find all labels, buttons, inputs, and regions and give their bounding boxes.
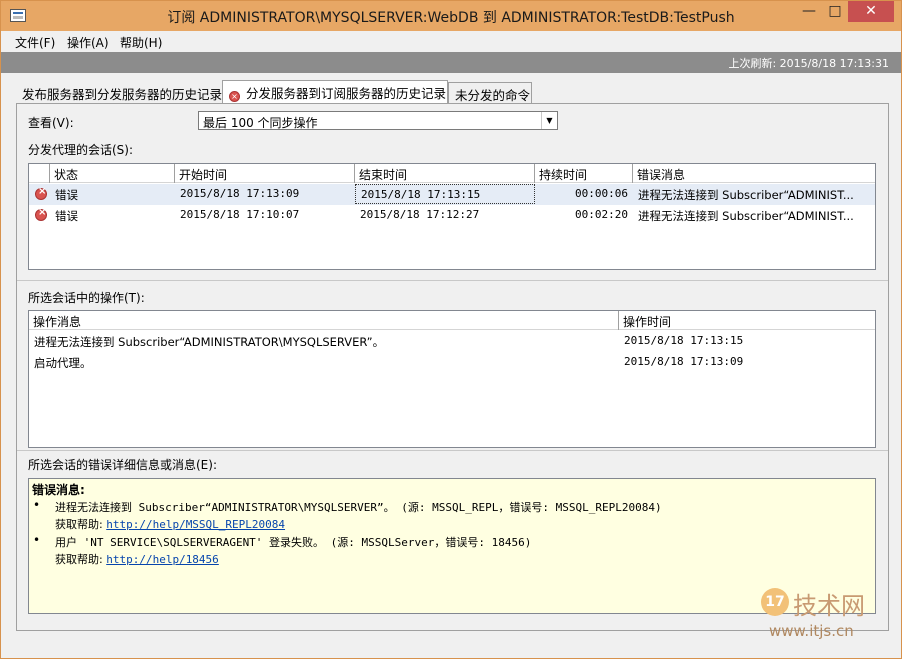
- end-time-cell: 2015/8/18 17:13:15: [355, 184, 535, 204]
- menu-help[interactable]: 帮助(H): [120, 34, 162, 51]
- view-select-value: 最后 100 个同步操作: [203, 116, 318, 130]
- error-message-cell: 进程无法连接到 Subscriber“ADMINIST...: [638, 209, 854, 223]
- tab-label: 分发服务器到订阅服务器的历史记录: [246, 86, 447, 101]
- status-cell: 错误: [55, 209, 78, 223]
- duration-cell: 00:00:06: [575, 187, 628, 200]
- window-title: 订阅 ADMINISTRATOR\MYSQLSERVER:WebDB 到 ADM…: [167, 10, 735, 26]
- bullet: •: [33, 498, 41, 512]
- actions-header: 操作消息 操作时间: [29, 311, 875, 330]
- tab-label: 发布服务器到分发服务器的历史记录: [22, 87, 223, 102]
- duration-cell: 00:02:20: [575, 208, 628, 221]
- splitter[interactable]: [17, 280, 888, 281]
- column-duration[interactable]: 持续时间: [535, 164, 633, 183]
- watermark-url: www.itjs.cn: [769, 622, 854, 640]
- status-cell: 错误: [55, 188, 78, 202]
- menu-file[interactable]: 文件(F): [15, 34, 55, 51]
- tab-publisher-history[interactable]: 发布服务器到分发服务器的历史记录: [16, 82, 222, 104]
- error-detail-text: 用户 'NT SERVICE\SQLSERVERAGENT' 登录失败。 (源:…: [55, 536, 532, 549]
- help-link[interactable]: http://help/18456: [106, 553, 219, 566]
- error-icon: ×: [229, 91, 240, 102]
- error-icon: [35, 207, 47, 221]
- tab-subscriber-history[interactable]: × 分发服务器到订阅服务器的历史记录: [222, 80, 448, 105]
- table-row[interactable]: 错误 2015/8/18 17:13:09 2015/8/18 17:13:15…: [29, 184, 875, 205]
- start-time-cell: 2015/8/18 17:10:07: [180, 208, 300, 221]
- sessions-header: 状态 开始时间 结束时间 持续时间 错误消息: [29, 164, 875, 183]
- end-time-cell: 2015/8/18 17:12:27: [360, 208, 480, 221]
- error-details-box[interactable]: 错误消息: • 进程无法连接到 Subscriber“ADMINISTRATOR…: [28, 478, 876, 614]
- help-line: 获取帮助: http://help/MSSQL_REPL20084: [55, 516, 285, 532]
- action-time-cell: 2015/8/18 17:13:15: [624, 334, 744, 347]
- help-link[interactable]: http://help/MSSQL_REPL20084: [106, 518, 285, 531]
- tab-undistributed-commands[interactable]: 未分发的命令: [448, 82, 532, 104]
- column-error-message[interactable]: 错误消息: [633, 164, 875, 183]
- sessions-label: 分发代理的会话(S):: [28, 143, 134, 157]
- table-row[interactable]: 启动代理。 2015/8/18 17:13:09: [29, 352, 875, 373]
- column-start-time[interactable]: 开始时间: [175, 164, 355, 183]
- main-window: 订阅 ADMINISTRATOR\MYSQLSERVER:WebDB 到 ADM…: [0, 0, 902, 659]
- splitter[interactable]: [17, 450, 888, 451]
- details-label: 所选会话的错误详细信息或消息(E):: [28, 458, 217, 472]
- maximize-button[interactable]: □: [822, 1, 848, 22]
- action-time-cell: 2015/8/18 17:13:09: [624, 355, 744, 368]
- table-row[interactable]: 进程无法连接到 Subscriber“ADMINISTRATOR\MYSQLSE…: [29, 331, 875, 352]
- minimize-button[interactable]: —: [796, 1, 822, 22]
- help-line: 获取帮助: http://help/18456: [55, 551, 219, 567]
- error-message-title: 错误消息:: [32, 483, 85, 497]
- chevron-down-icon[interactable]: ▼: [541, 112, 557, 129]
- menu-action[interactable]: 操作(A): [67, 34, 109, 51]
- error-detail-text: 进程无法连接到 Subscriber“ADMINISTRATOR\MYSQLSE…: [55, 501, 662, 514]
- column-action-message[interactable]: 操作消息: [29, 311, 619, 330]
- column-status[interactable]: 状态: [50, 164, 175, 183]
- watermark: 17 技术网 www.itjs.cn: [761, 586, 891, 646]
- actions-grid[interactable]: 操作消息 操作时间 进程无法连接到 Subscriber“ADMINISTRAT…: [28, 310, 876, 448]
- tab-label: 未分发的命令: [455, 88, 531, 103]
- close-button[interactable]: ✕: [848, 1, 894, 22]
- watermark-text: 技术网: [793, 592, 865, 620]
- action-message-cell: 进程无法连接到 Subscriber“ADMINISTRATOR\MYSQLSE…: [34, 335, 385, 349]
- view-label: 查看(V):: [28, 116, 74, 130]
- error-icon: [35, 186, 47, 200]
- help-label: 获取帮助:: [55, 518, 103, 531]
- title-bar[interactable]: 订阅 ADMINISTRATOR\MYSQLSERVER:WebDB 到 ADM…: [1, 1, 901, 31]
- start-time-cell: 2015/8/18 17:13:09: [180, 187, 300, 200]
- view-select[interactable]: 最后 100 个同步操作 ▼: [198, 111, 558, 130]
- tab-strip: 发布服务器到分发服务器的历史记录 × 分发服务器到订阅服务器的历史记录 未分发的命…: [16, 80, 891, 105]
- column-end-time[interactable]: 结束时间: [355, 164, 535, 183]
- sessions-grid[interactable]: 状态 开始时间 结束时间 持续时间 错误消息 错误 2015/8/18 17:1…: [28, 163, 876, 270]
- tab-panel: 查看(V): 最后 100 个同步操作 ▼ 分发代理的会话(S): 状态 开始时…: [16, 103, 889, 631]
- icon-column-header: [29, 164, 50, 183]
- bullet: •: [33, 533, 41, 547]
- actions-label: 所选会话中的操作(T):: [28, 291, 145, 305]
- error-message-cell: 进程无法连接到 Subscriber“ADMINIST...: [638, 188, 854, 202]
- table-row[interactable]: 错误 2015/8/18 17:10:07 2015/8/18 17:12:27…: [29, 205, 875, 226]
- watermark-badge: 17: [761, 588, 789, 616]
- action-message-cell: 启动代理。: [34, 356, 92, 370]
- column-action-time[interactable]: 操作时间: [619, 311, 875, 330]
- help-label: 获取帮助:: [55, 553, 103, 566]
- refresh-bar: 上次刷新: 2015/8/18 17:13:31: [1, 52, 901, 73]
- menu-bar: 文件(F) 操作(A) 帮助(H): [1, 31, 901, 52]
- last-refresh-text: 上次刷新: 2015/8/18 17:13:31: [728, 57, 889, 70]
